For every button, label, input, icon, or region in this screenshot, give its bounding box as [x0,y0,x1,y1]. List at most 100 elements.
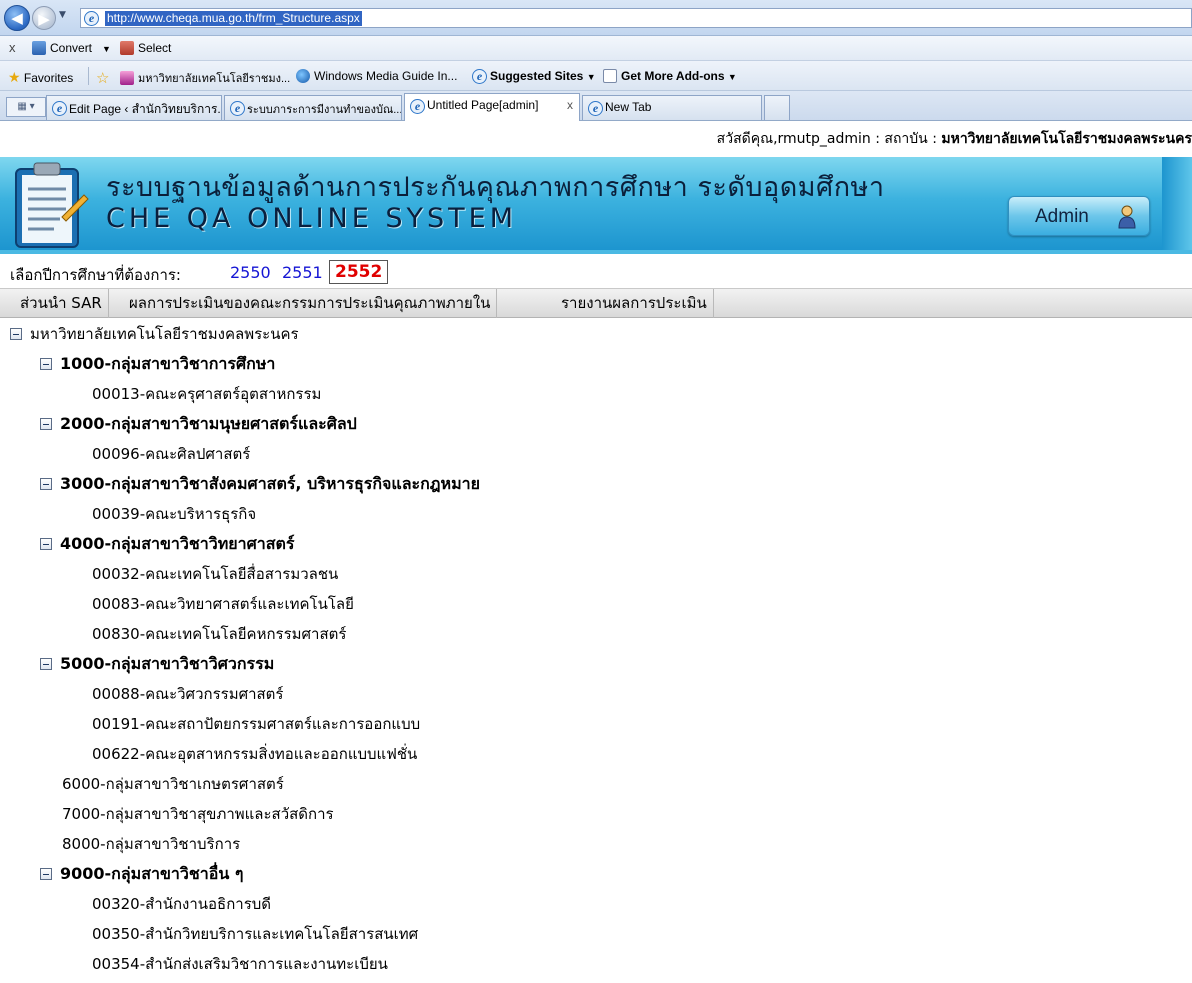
tab-new-tab[interactable]: e New Tab [582,95,762,120]
tree-group-label[interactable]: 2000-กลุ่มสาขาวิชามนุษยศาสตร์และศิลป [60,414,357,433]
favorites-separator [88,67,89,85]
year-selector: เลือกปีการศึกษาที่ต้องการ: 2550 2551 255… [0,258,1192,288]
tree-group-label[interactable]: 4000-กลุ่มสาขาวิชาวิทยาศาสตร์ [60,534,295,553]
new-tab-button[interactable] [764,95,790,120]
ie-page-icon: e [84,11,99,26]
tree-leaf[interactable]: 00622-คณะอุตสาหกรรมสิ่งทอและออกแบบแฟชั่น [92,742,417,766]
collapse-icon[interactable] [40,418,52,430]
tab-untitled-page-admin[interactable]: e Untitled Page[admin] x [404,93,580,121]
fav-suggested-sites[interactable]: e Suggested Sites ▼ [472,69,596,84]
menu-internal-assessment-results[interactable]: ผลการประเมินของคณะกรรมการประเมินคุณภาพภา… [123,289,498,318]
tree-group-label[interactable]: 3000-กลุ่มสาขาวิชาสังคมศาสตร์, บริหารธุร… [60,474,480,493]
tree-group-empty[interactable]: 8000-กลุ่มสาขาวิชาบริการ [62,832,240,856]
fav-link-university[interactable]: มหาวิทยาลัยเทคโนโลยีราชมง... [120,69,290,87]
select-button[interactable]: Select [120,41,171,55]
main-menu: ส่วนนำ SAR ผลการประเมินของคณะกรรมการประเ… [0,288,1192,318]
tree-group[interactable]: 1000-กลุ่มสาขาวิชาการศึกษา [40,352,275,376]
tree-leaf[interactable]: 00320-สำนักงานอธิการบดี [92,892,271,916]
tab-bar: ▦ ▾ e Edit Page ‹ สำนักวิทยบริการ... e ระบ… [0,91,1192,121]
forward-button[interactable]: ▶ [32,6,56,30]
tree-group[interactable]: 3000-กลุ่มสาขาวิชาสังคมศาสตร์, บริหารธุร… [40,472,480,496]
tree-group-label[interactable]: 1000-กลุ่มสาขาวิชาการศึกษา [60,354,275,373]
quick-tabs-button[interactable]: ▦ ▾ [6,97,46,117]
forward-arrow-icon: ▶ [38,10,50,28]
clipboard-logo-icon [15,162,89,248]
collapse-icon[interactable] [40,538,52,550]
tree-leaf[interactable]: 00830-คณะเทคโนโลยีคหกรรมศาสตร์ [92,622,346,646]
tree-group-empty[interactable]: 7000-กลุ่มสาขาวิชาสุขภาพและสวัสดิการ [62,802,334,826]
tree-root-label[interactable]: มหาวิทยาลัยเทคโนโลยีราชมงคลพระนคร [30,325,299,343]
collapse-icon[interactable] [40,868,52,880]
favorites-star-icon: ★ [8,69,21,85]
collapse-icon[interactable] [40,478,52,490]
collapse-icon[interactable] [10,328,22,340]
menu-sar-intro[interactable]: ส่วนนำ SAR [14,289,109,318]
banner-title-thai: ระบบฐานข้อมูลด้านการประกันคุณภาพการศึกษา… [106,172,885,203]
greeting-text: สวัสดีคุณ,rmutp_admin : สถาบัน : [716,131,942,147]
tree-group[interactable]: 2000-กลุ่มสาขาวิชามนุษยศาสตร์และศิลป [40,412,357,436]
url-input[interactable]: e http://www.cheqa.mua.go.th/frm_Structu… [80,8,1192,28]
header-banner: ระบบฐานข้อมูลด้านการประกันคุณภาพการศึกษา… [0,157,1192,254]
tree-group[interactable]: 4000-กลุ่มสาขาวิชาวิทยาศาสตร์ [40,532,295,556]
convert-dropdown-icon[interactable]: ▼ [102,44,111,54]
history-dropdown-icon[interactable]: ▼ [59,10,66,20]
tab-label: New Tab [605,100,652,114]
university-logo-icon [120,71,134,85]
admin-button[interactable]: Admin [1008,196,1150,236]
tree-group-label[interactable]: 5000-กลุ่มสาขาวิชาวิศวกรรม [60,654,274,673]
addons-dropdown-icon: ▼ [727,72,737,82]
tree-root[interactable]: มหาวิทยาลัยเทคโนโลยีราชมงคลพระนคร [10,322,299,346]
favorites-bar: ★ Favorites ☆ มหาวิทยาลัยเทคโนโลยีราชมง.… [0,61,1192,91]
tree-group[interactable]: 9000-กลุ่มสาขาวิชาอื่น ๆ [40,862,243,886]
tab-employment-system[interactable]: e ระบบภาระการมีงานทำของบัณ... [224,95,402,120]
tree-group-empty[interactable]: 6000-กลุ่มสาขาวิชาเกษตรศาสตร์ [62,772,284,796]
collapse-icon[interactable] [40,658,52,670]
fav-suggested-sites-label: Suggested Sites [490,69,584,83]
tree-leaf[interactable]: 00088-คณะวิศวกรรมศาสตร์ [92,682,283,706]
fav-link-media-guide[interactable]: Windows Media Guide In... [296,69,457,83]
convert-button[interactable]: Convert ▼ [32,41,111,55]
quick-tabs-icon: ▦ ▾ [17,101,35,112]
ie-tab-icon: e [588,101,603,116]
tree-leaf[interactable]: 00032-คณะเทคโนโลยีสื่อสารมวลชน [92,562,338,586]
banner-title-english: CHE QA ONLINE SYSTEM [106,203,518,234]
tree-leaf[interactable]: 00350-สำนักวิทยบริการและเทคโนโลยีสารสนเท… [92,922,418,946]
tree-group[interactable]: 5000-กลุ่มสาขาวิชาวิศวกรรม [40,652,274,676]
address-bar: ◀ ▶ ▼ e http://www.cheqa.mua.go.th/frm_S… [0,0,1192,36]
ie-tab-icon: e [52,101,67,116]
tree-leaf[interactable]: 00039-คณะบริหารธุรกิจ [92,502,256,526]
institution-name: มหาวิทยาลัยเทคโนโลยีราชมงคลพระนคร [941,131,1192,147]
tree-group-label[interactable]: 9000-กลุ่มสาขาวิชาอื่น ๆ [60,864,243,883]
close-tab-icon[interactable]: x [567,98,573,112]
fav-link-university-label: มหาวิทยาลัยเทคโนโลยีราชมง... [138,73,291,85]
back-button[interactable]: ◀ [4,5,30,31]
ie-tab-icon: e [230,101,245,116]
back-arrow-icon: ◀ [11,9,23,27]
fav-get-addons-label: Get More Add-ons [621,69,725,83]
ie-icon: e [472,69,487,84]
suggested-dropdown-icon: ▼ [586,72,596,82]
tree-leaf[interactable]: 00354-สำนักส่งเสริมวิชาการและงานทะเบียน [92,952,388,976]
add-favorite-icon[interactable]: ☆ [96,69,109,87]
tree-leaf[interactable]: 00096-คณะศิลปศาสตร์ [92,442,250,466]
fav-get-addons[interactable]: Get More Add-ons ▼ [603,69,737,83]
collapse-icon[interactable] [40,358,52,370]
addons-page-icon [603,69,617,83]
select-label: Select [138,41,172,55]
favorites-button[interactable]: ★ Favorites [8,69,73,86]
tree-leaf[interactable]: 00013-คณะครุศาสตร์อุตสาหกรรม [92,382,321,406]
year-link-2552-selected[interactable]: 2552 [329,260,389,284]
year-link-2550[interactable]: 2550 [230,263,271,282]
user-greeting: สวัสดีคุณ,rmutp_admin : สถาบัน : มหาวิทย… [717,128,1192,150]
menu-assessment-report[interactable]: รายงานผลการประเมิน [555,289,714,318]
url-text[interactable]: http://www.cheqa.mua.go.th/frm_Structure… [105,11,362,26]
close-find-icon[interactable]: x [9,40,16,55]
favorites-label: Favorites [23,71,74,85]
tab-label: Edit Page ‹ สำนักวิทยบริการ... [69,102,222,116]
globe-icon [296,69,310,83]
tab-edit-page[interactable]: e Edit Page ‹ สำนักวิทยบริการ... [46,95,222,120]
tree-leaf[interactable]: 00083-คณะวิทยาศาสตร์และเทคโนโลยี [92,592,354,616]
admin-label: Admin [1035,206,1089,227]
year-link-2551[interactable]: 2551 [282,263,323,282]
tree-leaf[interactable]: 00191-คณะสถาปัตยกรรมศาสตร์และการออกแบบ [92,712,420,736]
